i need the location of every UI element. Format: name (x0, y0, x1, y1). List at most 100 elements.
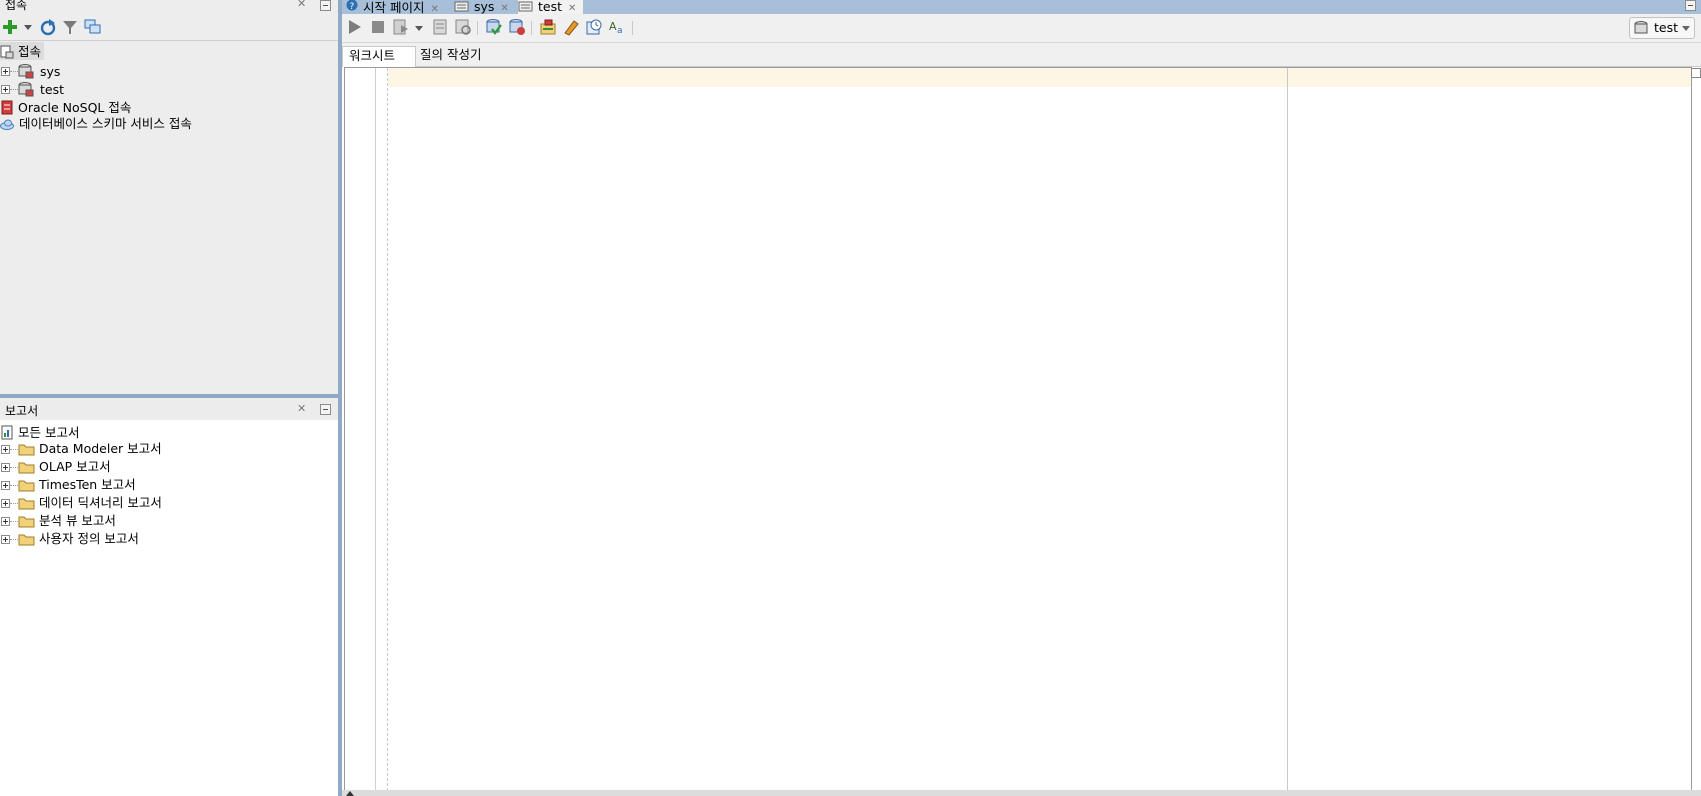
sql-worksheet-icon (518, 1, 533, 12)
refresh-icon[interactable] (40, 19, 57, 36)
close-icon[interactable]: ✕ (297, 402, 306, 415)
line-number-gutter (345, 68, 376, 791)
report-folder-label: 사용자 정의 보고서 (38, 531, 139, 546)
tree-connector (10, 485, 18, 487)
folder-icon (18, 480, 35, 492)
expand-icon[interactable] (1, 85, 10, 94)
dropdown-arrow-icon[interactable] (415, 26, 423, 32)
expand-icon[interactable] (1, 445, 10, 454)
database-connection-icon (1634, 21, 1648, 34)
all-reports-label: 모든 보고서 (17, 425, 80, 440)
chevron-down-icon (1682, 26, 1690, 31)
tab-query-builder[interactable]: 질의 작성기 (414, 46, 487, 66)
report-folder-node[interactable]: TimesTen 보고서 (18, 476, 136, 494)
left-navigator: 접속 ✕ 접속 sys test Oracle NoSQL 접속 데이터베이스 … (0, 0, 338, 796)
folder-icon (18, 516, 35, 528)
close-icon[interactable]: ✕ (500, 3, 508, 14)
schema-service-connections-node[interactable]: 데이터베이스 스키마 서비스 접속 (0, 115, 192, 133)
splitter-arrows-icon[interactable] (346, 790, 358, 796)
close-icon[interactable]: ✕ (297, 0, 306, 10)
bottom-panel-strip (342, 790, 1701, 796)
toolbar-divider (0, 40, 338, 41)
toolbar-separator (632, 21, 633, 35)
connection-selector[interactable]: test (1629, 17, 1695, 39)
fold-margin (387, 68, 388, 791)
connections-panel: 접속 ✕ 접속 sys test Oracle NoSQL 접속 데이터베이스 … (0, 0, 338, 394)
run-statement-icon[interactable] (346, 18, 364, 36)
folder-icon (18, 444, 35, 456)
report-folder-node[interactable]: 데이터 딕셔너리 보고서 (18, 494, 162, 512)
nosql-icon (1, 100, 13, 115)
report-folder-node[interactable]: Data Modeler 보고서 (18, 440, 162, 458)
reports-panel-title: 보고서 (5, 404, 39, 418)
sql-history-icon[interactable] (585, 18, 603, 36)
close-icon[interactable]: ✕ (568, 3, 576, 14)
unshared-sql-icon[interactable] (539, 18, 557, 36)
dropdown-arrow-icon[interactable] (24, 25, 32, 31)
tab-label: sys (473, 0, 495, 14)
database-connection-icon (18, 64, 34, 79)
expand-icon[interactable] (1, 481, 10, 490)
rollback-icon[interactable] (508, 18, 526, 36)
tab-test[interactable]: test ✕ (518, 0, 583, 14)
connection-label: sys (39, 64, 61, 79)
connections-root-icon (0, 45, 14, 59)
stop-icon[interactable] (369, 18, 387, 36)
close-icon[interactable]: ✕ (430, 4, 438, 14)
tree-connector (10, 449, 18, 451)
expand-icon[interactable] (1, 67, 10, 76)
database-connection-icon (18, 82, 34, 97)
connection-node[interactable]: sys (18, 61, 60, 79)
toolbar-separator (477, 21, 478, 35)
report-folder-node[interactable]: 사용자 정의 보고서 (18, 530, 139, 548)
expand-icon[interactable] (1, 535, 10, 544)
format-icon[interactable]: Aa (608, 18, 626, 36)
report-folder-node[interactable]: OLAP 보고서 (18, 458, 111, 476)
report-folder-label: OLAP 보고서 (38, 459, 111, 474)
minimize-icon[interactable] (320, 0, 331, 11)
help-icon: ? (346, 0, 358, 12)
clear-icon[interactable] (562, 18, 580, 36)
right-margin-guide (1287, 68, 1288, 791)
editor-corner-box (1691, 68, 1701, 78)
connection-label: test (39, 82, 64, 97)
tab-worksheet[interactable]: 워크시트 (342, 46, 416, 67)
nosql-connections-label: Oracle NoSQL 접속 (17, 100, 132, 115)
explain-plan-icon[interactable] (454, 18, 472, 36)
expand-icon[interactable] (1, 517, 10, 526)
connections-panel-title: 접속 (5, 0, 28, 12)
connection-node[interactable]: test (18, 79, 64, 97)
connections-root-node[interactable]: 접속 (0, 42, 44, 60)
tree-connector (10, 467, 18, 469)
svg-text:a: a (617, 26, 623, 36)
sql-editor[interactable] (344, 67, 1692, 792)
commit-icon[interactable] (485, 18, 503, 36)
report-folder-node[interactable]: 분석 뷰 보고서 (18, 512, 116, 530)
minimize-icon[interactable] (320, 404, 331, 415)
worksheet-editor: ? 시작 페이지 ✕ sys ✕ test ✕ Aa test 워크시트 질의 … (342, 0, 1701, 796)
connections-toolbar (0, 16, 338, 40)
tree-connector (10, 89, 18, 91)
tab-sys[interactable]: sys ✕ (454, 0, 516, 14)
folder-icon (18, 462, 35, 474)
connections-root-label: 접속 (17, 44, 41, 59)
report-folder-label: TimesTen 보고서 (38, 477, 136, 492)
restore-icon[interactable] (1685, 0, 1696, 11)
expand-icon[interactable] (1, 463, 10, 472)
tree-connector (10, 521, 18, 523)
reports-icon (1, 425, 13, 440)
expand-icon[interactable] (1, 499, 10, 508)
tree-connector (10, 503, 18, 505)
reports-panel-header: 보고서 ✕ (0, 398, 338, 420)
add-icon[interactable] (2, 19, 18, 35)
tab-start-page[interactable]: ? 시작 페이지 ✕ (346, 0, 446, 14)
autotrace-icon[interactable] (431, 18, 449, 36)
report-folder-label: 분석 뷰 보고서 (38, 513, 116, 528)
run-script-icon[interactable] (392, 18, 410, 36)
schema-browser-icon[interactable] (84, 19, 101, 35)
document-tabbar: ? 시작 페이지 ✕ sys ✕ test ✕ (342, 0, 1701, 14)
tab-label: 시작 페이지 (362, 0, 425, 14)
all-reports-node[interactable]: 모든 보고서 (0, 422, 79, 440)
filter-icon[interactable] (62, 19, 78, 35)
nosql-connections-node[interactable]: Oracle NoSQL 접속 (0, 97, 131, 115)
